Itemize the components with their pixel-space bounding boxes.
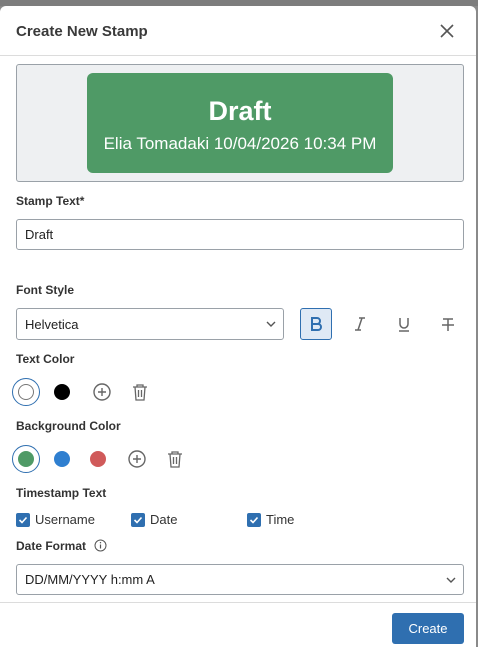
date-checkbox[interactable]: Date (131, 512, 177, 527)
dialog-header: Create New Stamp (0, 6, 476, 56)
dialog-title: Create New Stamp (16, 23, 148, 40)
stamp-preview-title: Draft (208, 96, 272, 126)
time-checkbox[interactable]: Time (247, 512, 294, 527)
timestamp-text-label: Timestamp Text (16, 486, 107, 500)
bg-color-swatch-green[interactable] (12, 445, 40, 473)
italic-icon (355, 317, 365, 331)
bg-color-swatch-red[interactable] (84, 445, 112, 473)
chevron-down-icon (446, 577, 456, 583)
stamp-preview: Draft Elia Tomadaki 10/04/2026 10:34 PM (16, 64, 464, 182)
date-format-label: Date Format (16, 539, 87, 553)
underline-icon (399, 318, 409, 332)
stamp-text-label: Stamp Text* (16, 194, 85, 208)
stamp-preview-badge: Draft Elia Tomadaki 10/04/2026 10:34 PM (87, 73, 393, 173)
date-format-select[interactable]: DD/MM/YYYY h:mm A (16, 564, 464, 595)
close-icon[interactable] (436, 20, 458, 42)
stamp-text-input[interactable] (16, 219, 464, 250)
text-color-swatch-black[interactable] (48, 378, 76, 406)
strikethrough-icon (442, 318, 454, 331)
font-family-value: Helvetica (25, 317, 79, 332)
date-format-value: DD/MM/YYYY h:mm A (25, 572, 155, 587)
text-color-label: Text Color (16, 352, 75, 366)
underline-button[interactable] (388, 308, 420, 340)
stamp-preview-subtext: Elia Tomadaki 10/04/2026 10:34 PM (103, 134, 377, 153)
font-family-select[interactable]: Helvetica (16, 308, 284, 340)
red-swatch (90, 451, 106, 467)
delete-text-color-button[interactable] (130, 382, 150, 402)
strikethrough-button[interactable] (432, 308, 464, 340)
bg-color-swatch-blue[interactable] (48, 445, 76, 473)
delete-background-color-button[interactable] (165, 449, 185, 469)
blue-swatch (54, 451, 70, 467)
time-checkbox-label: Time (266, 512, 295, 527)
white-swatch (18, 384, 34, 400)
info-icon[interactable] (94, 539, 107, 552)
username-checkbox[interactable]: Username (16, 512, 95, 527)
plus-circle-icon (93, 383, 111, 401)
username-checkbox-label: Username (35, 512, 95, 527)
italic-button[interactable] (344, 308, 376, 340)
bold-icon (311, 317, 322, 331)
date-checkbox-label: Date (150, 512, 178, 527)
black-swatch (54, 384, 70, 400)
add-text-color-button[interactable] (92, 382, 112, 402)
add-background-color-button[interactable] (127, 449, 147, 469)
create-stamp-dialog: Create New Stamp Draft Elia Tomadaki 10/… (0, 6, 476, 647)
bold-button[interactable] (300, 308, 332, 340)
chevron-down-icon (266, 321, 276, 327)
checkbox-checked-icon (16, 512, 30, 527)
font-style-label: Font Style (16, 283, 75, 297)
text-color-swatch-white[interactable] (12, 378, 40, 406)
checkbox-checked-icon (247, 512, 261, 527)
background-color-label: Background Color (16, 419, 121, 433)
checkbox-checked-icon (131, 512, 145, 527)
green-swatch (18, 451, 34, 467)
plus-circle-icon (128, 450, 146, 468)
dialog-footer: Create (0, 602, 476, 647)
create-button[interactable]: Create (392, 613, 464, 644)
trash-icon (133, 384, 147, 401)
trash-icon (168, 451, 182, 468)
